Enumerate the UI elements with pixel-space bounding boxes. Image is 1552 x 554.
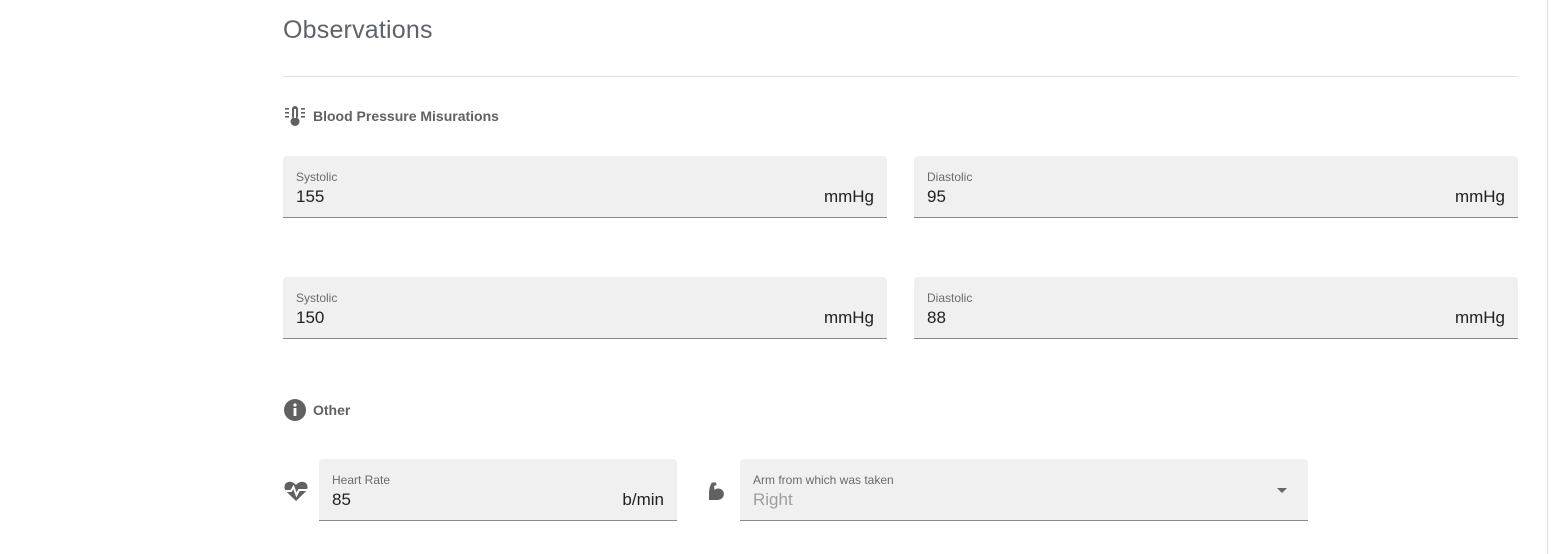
systolic-field-2[interactable]: Systolic 150 mmHg <box>283 277 887 339</box>
info-icon <box>283 398 307 422</box>
diastolic-field-1[interactable]: Diastolic 95 mmHg <box>914 156 1518 218</box>
diastolic-field-2[interactable]: Diastolic 88 mmHg <box>914 277 1518 339</box>
diastolic-unit: mmHg <box>1454 308 1505 327</box>
page-title: Observations <box>283 16 433 44</box>
heart-pulse-icon <box>283 478 309 504</box>
arm-select-value[interactable]: Right <box>753 490 793 510</box>
other-header: Other <box>283 398 350 422</box>
systolic-unit: mmHg <box>823 187 874 206</box>
systolic-unit: mmHg <box>823 308 874 327</box>
systolic-value[interactable]: 150 <box>296 308 324 328</box>
heart-rate-label: Heart Rate <box>332 473 391 487</box>
diastolic-unit: mmHg <box>1454 187 1505 206</box>
thermometer-icon <box>283 104 307 128</box>
other-header-label: Other <box>313 402 351 418</box>
blood-pressure-header-label: Blood Pressure Misurations <box>313 108 499 124</box>
heart-rate-value[interactable]: 85 <box>332 490 351 510</box>
diastolic-value[interactable]: 95 <box>927 187 946 207</box>
heart-rate-field[interactable]: Heart Rate 85 b/min <box>319 459 677 521</box>
arm-select-label: Arm from which was taken <box>753 473 894 487</box>
diastolic-value[interactable]: 88 <box>927 308 946 328</box>
blood-pressure-header: Blood Pressure Misurations <box>283 104 499 128</box>
arm-icon <box>703 478 729 504</box>
systolic-label: Systolic <box>296 291 338 305</box>
diastolic-label: Diastolic <box>927 170 973 184</box>
right-border-divider <box>1547 0 1548 554</box>
dropdown-arrow-icon[interactable] <box>1277 488 1287 493</box>
title-divider <box>283 76 1518 77</box>
systolic-field-1[interactable]: Systolic 155 mmHg <box>283 156 887 218</box>
heart-rate-unit: b/min <box>622 490 664 509</box>
arm-select[interactable]: Arm from which was taken Right <box>740 459 1308 521</box>
systolic-value[interactable]: 155 <box>296 187 324 207</box>
diastolic-label: Diastolic <box>927 291 973 305</box>
systolic-label: Systolic <box>296 170 338 184</box>
